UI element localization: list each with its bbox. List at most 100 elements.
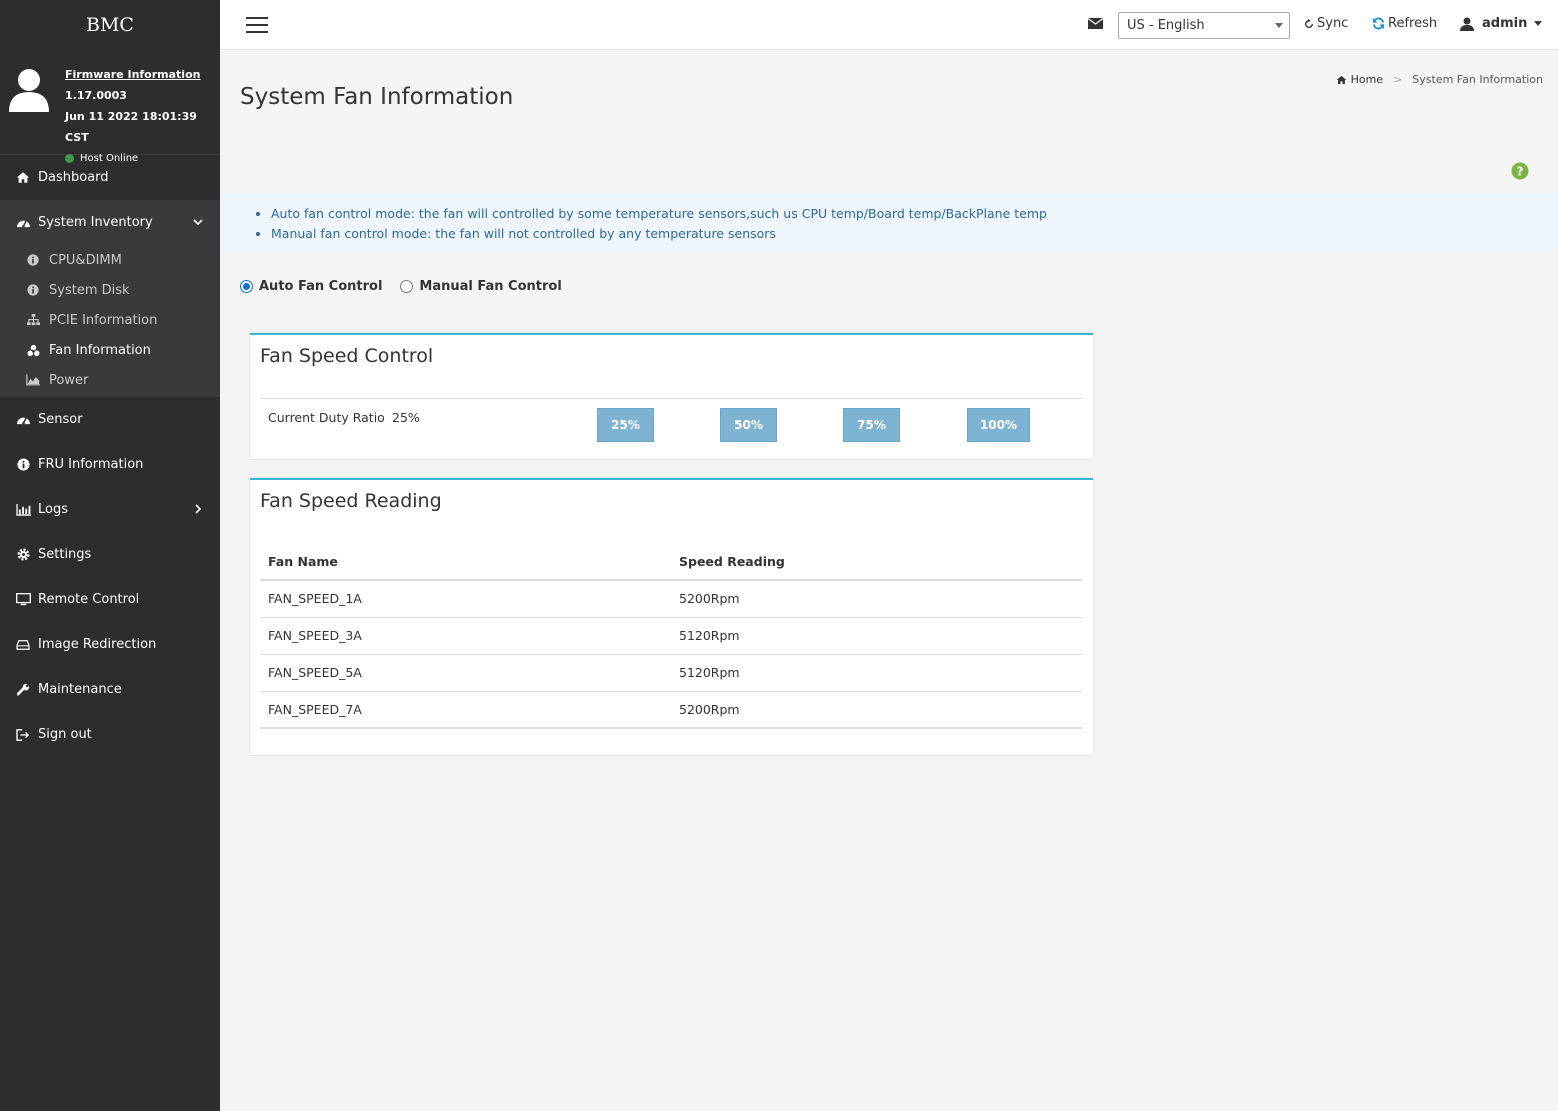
drive-icon (15, 638, 31, 652)
user-panel: Firmware Information 1.17.0003 Jun 11 20… (0, 50, 220, 164)
sitemap-icon (26, 314, 40, 327)
sidebar-item-system-disk-label: System Disk (49, 282, 130, 298)
firmware-block: Firmware Information 1.17.0003 Jun 11 20… (65, 64, 220, 169)
duty-50-button[interactable]: 50% (720, 408, 777, 442)
nav-image-redirection-label: Image Redirection (38, 637, 157, 652)
nav-sign-out[interactable]: Sign out (0, 712, 220, 757)
sidebar-item-pcie-label: PCIE Information (49, 312, 158, 328)
breadcrumb-home[interactable]: Home (1336, 73, 1383, 86)
nav-image-redirection[interactable]: Image Redirection (0, 622, 220, 667)
auto-fan-control-label[interactable]: Auto Fan Control (259, 279, 382, 294)
wrench-icon (15, 683, 31, 697)
fan-speed-control-panel: Fan Speed Control Current Duty Ratio 25%… (250, 333, 1093, 459)
sidebar-item-fan-information[interactable]: Fan Information (0, 335, 220, 365)
speed-reading-cell: 5120Rpm (671, 617, 1082, 655)
manual-fan-control-label[interactable]: Manual Fan Control (419, 279, 561, 294)
area-chart-icon (26, 374, 40, 387)
fan-name-cell: FAN_SPEED_3A (260, 617, 671, 655)
user-avatar-icon (9, 69, 49, 112)
fan-speed-reading-panel: Fan Speed Reading Fan Name Speed Reading… (250, 478, 1093, 755)
bar-chart-icon (15, 503, 31, 517)
gauge-icon (15, 216, 31, 230)
fan-name-cell: FAN_SPEED_1A (260, 580, 671, 618)
sync-label: Sync (1317, 16, 1349, 31)
nav-settings[interactable]: Settings (0, 532, 220, 577)
caret-down-icon (1275, 23, 1283, 28)
info-manual-mode: Manual fan control mode: the fan will no… (271, 224, 1558, 244)
duty-100-button[interactable]: 100% (967, 408, 1030, 442)
chevron-right-icon (195, 504, 202, 514)
table-header-row: Fan Name Speed Reading (260, 544, 1082, 581)
nav-sensor-label: Sensor (38, 412, 83, 427)
user-icon (1460, 17, 1474, 31)
nav-logs-label: Logs (38, 502, 68, 517)
nav-dashboard[interactable]: Dashboard (0, 155, 220, 200)
fan-icon (26, 344, 40, 357)
nav-fru-information[interactable]: FRU Information (0, 442, 220, 487)
duty-25-button[interactable]: 25% (597, 408, 654, 442)
envelope-icon[interactable] (1088, 17, 1103, 30)
nav-maintenance[interactable]: Maintenance (0, 667, 220, 712)
monitor-icon (15, 593, 31, 607)
brand-logo[interactable]: BMC (0, 0, 220, 50)
sidebar-item-cpu-dimm[interactable]: CPU&DIMM (0, 245, 220, 275)
breadcrumb: Home > System Fan Information (1336, 73, 1543, 86)
gear-icon (15, 548, 31, 562)
nav-logs[interactable]: Logs (0, 487, 220, 532)
user-menu-button[interactable]: admin (1460, 16, 1543, 31)
refresh-button[interactable]: Refresh (1372, 16, 1437, 31)
current-duty-ratio-value: 25% (392, 410, 420, 425)
info-circle-icon (26, 284, 40, 297)
firmware-information-link[interactable]: Firmware Information (65, 64, 220, 85)
nav-remote-control[interactable]: Remote Control (0, 577, 220, 622)
nav-system-inventory[interactable]: System Inventory (0, 200, 220, 245)
caret-down-icon (1534, 21, 1543, 26)
chevron-down-icon (193, 219, 203, 226)
page-title: System Fan Information (240, 84, 514, 110)
nav-sign-out-label: Sign out (38, 727, 92, 742)
refresh-icon (1372, 17, 1385, 30)
table-row: FAN_SPEED_5A 5120Rpm (260, 654, 1082, 692)
user-name: admin (1482, 16, 1528, 31)
fan-mode-info-box: Auto fan control mode: the fan will cont… (220, 193, 1558, 254)
sidebar-item-cpu-dimm-label: CPU&DIMM (49, 252, 122, 268)
nav-sensor[interactable]: Sensor (0, 397, 220, 442)
info-circle-icon (26, 254, 40, 267)
table-row: FAN_SPEED_7A 5200Rpm (260, 691, 1082, 729)
breadcrumb-current: System Fan Information (1412, 73, 1543, 86)
sidebar-item-system-disk[interactable]: System Disk (0, 275, 220, 305)
menu-toggle-icon[interactable] (246, 17, 268, 33)
fan-name-cell: FAN_SPEED_7A (260, 691, 671, 729)
table-row: FAN_SPEED_3A 5120Rpm (260, 617, 1082, 655)
auto-fan-control-radio[interactable] (240, 280, 253, 293)
current-duty-ratio-label: Current Duty Ratio (268, 410, 385, 425)
fan-name-cell: FAN_SPEED_5A (260, 654, 671, 692)
sidebar-item-pcie[interactable]: PCIE Information (0, 305, 220, 335)
speed-reading-cell: 5200Rpm (671, 580, 1082, 618)
refresh-label: Refresh (1388, 16, 1438, 31)
system-inventory-submenu: CPU&DIMM System Disk PCIE Information Fa… (0, 245, 220, 397)
nav-fru-information-label: FRU Information (38, 457, 144, 472)
help-icon[interactable]: ? (1511, 162, 1529, 180)
sync-button[interactable]: Sync (1304, 16, 1348, 31)
nav-system-inventory-label: System Inventory (38, 215, 153, 230)
speed-reading-cell: 5120Rpm (671, 654, 1082, 692)
language-select[interactable]: US - English (1118, 12, 1290, 39)
manual-fan-control-radio[interactable] (400, 280, 414, 293)
sidebar: BMC Firmware Information 1.17.0003 Jun 1… (0, 0, 220, 1111)
sync-icon (1305, 18, 1313, 28)
sidebar-item-power[interactable]: Power (0, 365, 220, 395)
sidebar-item-power-label: Power (49, 372, 89, 388)
fan-speed-control-title: Fan Speed Control (260, 345, 434, 367)
sign-out-icon (15, 728, 31, 742)
breadcrumb-home-label: Home (1350, 73, 1384, 86)
top-bar: US - English Sync Refresh admin (220, 0, 1558, 50)
firmware-version: 1.17.0003 (65, 89, 127, 102)
nav-remote-control-label: Remote Control (38, 592, 140, 607)
duty-75-button[interactable]: 75% (843, 408, 900, 442)
home-icon (1336, 75, 1346, 84)
language-select-value: US - English (1127, 18, 1205, 33)
svg-text:?: ? (1517, 165, 1524, 179)
fan-speed-table: Fan Name Speed Reading FAN_SPEED_1A 5200… (260, 544, 1082, 729)
home-icon (15, 171, 31, 185)
